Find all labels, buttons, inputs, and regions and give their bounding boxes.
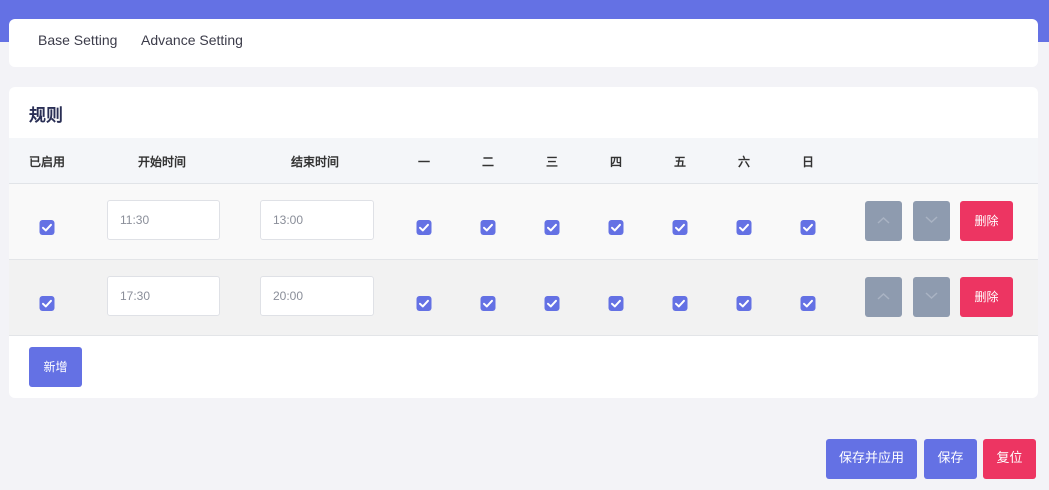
day-wed-checkbox[interactable] xyxy=(544,296,560,311)
day-sat-checkbox[interactable] xyxy=(736,220,752,235)
check-icon xyxy=(611,223,621,232)
col-enabled-header: 已启用 xyxy=(28,155,66,169)
table-row: 17:30 20:00 删除 xyxy=(9,260,1038,336)
day-tue-checkbox[interactable] xyxy=(480,220,496,235)
chevron-down-icon xyxy=(925,216,938,224)
move-down-button[interactable] xyxy=(913,277,950,317)
day-fri-checkbox[interactable] xyxy=(672,296,688,311)
start-time-input[interactable]: 11:30 xyxy=(107,200,220,240)
col-day-fri-header: 五 xyxy=(673,155,687,169)
day-sun-checkbox[interactable] xyxy=(800,296,816,311)
chevron-up-icon xyxy=(877,216,890,224)
start-time-input[interactable]: 17:30 xyxy=(107,276,220,316)
day-mon-checkbox[interactable] xyxy=(416,220,432,235)
tab-base-setting[interactable]: Base Setting xyxy=(38,32,117,48)
tab-advance-setting[interactable]: Advance Setting xyxy=(141,32,243,48)
col-start-header: 开始时间 xyxy=(137,155,187,169)
day-thu-checkbox[interactable] xyxy=(608,220,624,235)
check-icon xyxy=(42,223,52,232)
check-icon xyxy=(739,299,749,308)
save-and-apply-button[interactable]: 保存并应用 xyxy=(826,439,917,479)
table-row: 11:30 13:00 删除 xyxy=(9,184,1038,260)
check-icon xyxy=(483,299,493,308)
check-icon xyxy=(419,299,429,308)
end-time-input[interactable]: 20:00 xyxy=(260,276,374,316)
reset-button[interactable]: 复位 xyxy=(983,439,1036,479)
enabled-checkbox[interactable] xyxy=(39,220,55,235)
check-icon xyxy=(419,223,429,232)
col-end-header: 结束时间 xyxy=(290,155,340,169)
check-icon xyxy=(42,299,52,308)
move-up-button[interactable] xyxy=(865,277,902,317)
col-day-tue-header: 二 xyxy=(481,155,495,169)
col-day-sat-header: 六 xyxy=(737,155,751,169)
day-wed-checkbox[interactable] xyxy=(544,220,560,235)
day-thu-checkbox[interactable] xyxy=(608,296,624,311)
check-icon xyxy=(739,223,749,232)
tab-bar: Base Setting Advance Setting xyxy=(9,19,1038,67)
check-icon xyxy=(675,223,685,232)
end-time-input[interactable]: 13:00 xyxy=(260,200,374,240)
day-fri-checkbox[interactable] xyxy=(672,220,688,235)
day-sun-checkbox[interactable] xyxy=(800,220,816,235)
chevron-up-icon xyxy=(877,292,890,300)
check-icon xyxy=(547,299,557,308)
move-up-button[interactable] xyxy=(865,201,902,241)
col-day-thu-header: 四 xyxy=(609,155,623,169)
delete-button[interactable]: 删除 xyxy=(960,201,1013,241)
col-day-wed-header: 三 xyxy=(545,155,559,169)
col-day-mon-header: 一 xyxy=(417,155,431,169)
enabled-checkbox[interactable] xyxy=(39,296,55,311)
move-down-button[interactable] xyxy=(913,201,950,241)
check-icon xyxy=(803,223,813,232)
check-icon xyxy=(547,223,557,232)
rules-table-header: 已启用 开始时间 结束时间 一 二 三 四 五 六 日 xyxy=(9,138,1038,184)
check-icon xyxy=(803,299,813,308)
add-rule-button[interactable]: 新增 xyxy=(29,347,82,387)
check-icon xyxy=(611,299,621,308)
day-tue-checkbox[interactable] xyxy=(480,296,496,311)
delete-button[interactable]: 删除 xyxy=(960,277,1013,317)
check-icon xyxy=(483,223,493,232)
col-day-sun-header: 日 xyxy=(801,155,815,169)
chevron-down-icon xyxy=(925,292,938,300)
rules-title: 规则 xyxy=(29,106,63,126)
rules-card: 规则 已启用 开始时间 结束时间 一 二 三 四 五 六 日 11:30 13:… xyxy=(9,87,1038,398)
save-button[interactable]: 保存 xyxy=(924,439,977,479)
check-icon xyxy=(675,299,685,308)
day-sat-checkbox[interactable] xyxy=(736,296,752,311)
day-mon-checkbox[interactable] xyxy=(416,296,432,311)
